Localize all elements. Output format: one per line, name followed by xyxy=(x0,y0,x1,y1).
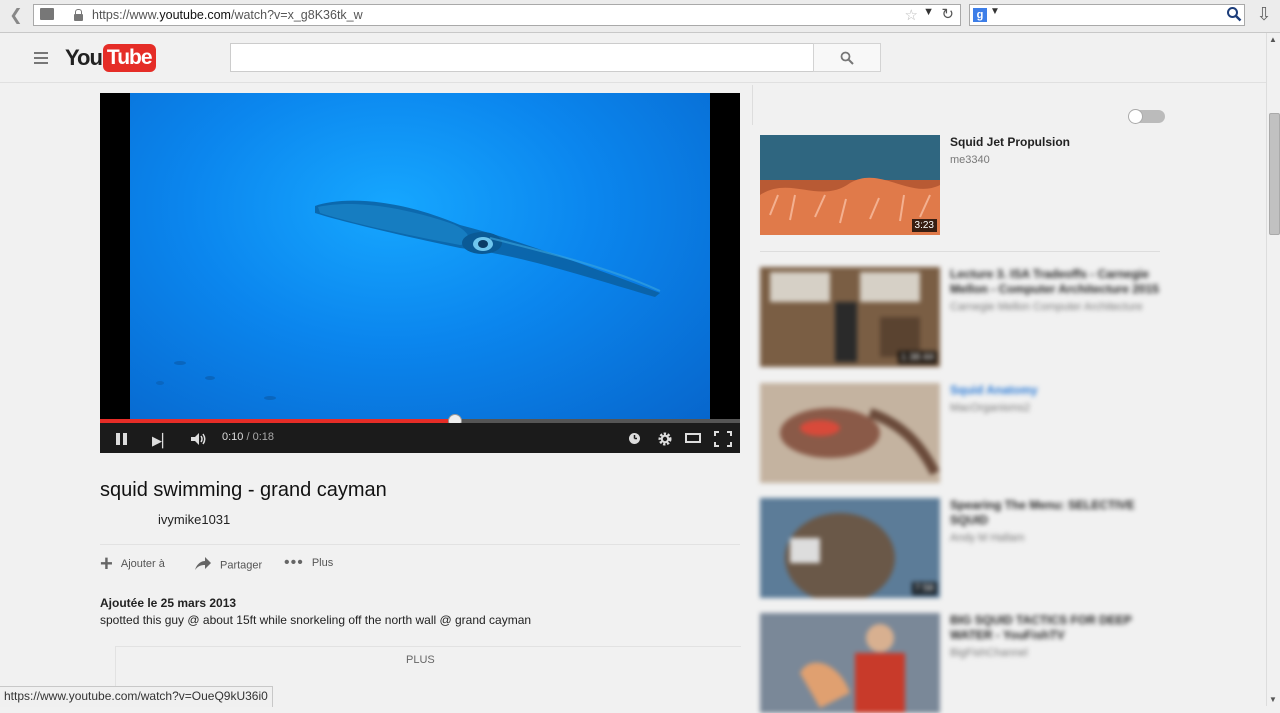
youtube-header: You Tube xyxy=(0,33,1266,83)
watch-later-icon[interactable] xyxy=(628,432,641,448)
autoplay-toggle[interactable] xyxy=(1128,109,1165,124)
recommendation-item[interactable]: 1:38:44 Lecture 3. ISA Tradeoffs - Carne… xyxy=(760,267,1170,367)
youtube-logo[interactable]: You Tube xyxy=(65,44,156,72)
duration: 0:18 xyxy=(252,431,275,443)
browser-toolbar: ❮ https://www.youtube.com/watch?v=x_g8K3… xyxy=(0,0,1280,33)
more-dots-icon: ••• xyxy=(284,554,304,572)
scroll-up-icon[interactable]: ▲ xyxy=(1269,35,1277,44)
more-button[interactable]: ••• Plus xyxy=(284,554,334,572)
download-icon[interactable]: ⇩ xyxy=(1254,4,1274,26)
scroll-thumb[interactable] xyxy=(1269,113,1280,235)
recommendation-item[interactable]: Squid Anatomy MacOrganisms2 xyxy=(760,383,1170,483)
volume-icon[interactable] xyxy=(190,432,208,449)
recommendation-channel: BigFishChannel xyxy=(950,647,1028,659)
back-button[interactable]: ❮ xyxy=(4,6,28,26)
upload-date: Ajoutée le 25 mars 2013 xyxy=(100,596,237,610)
divider xyxy=(760,251,1160,252)
recommendation-thumbnail[interactable]: 7:58 xyxy=(760,498,940,598)
url-path: /watch?v=x_g8K36tk_w xyxy=(230,8,363,22)
video-duration: 3:23 xyxy=(911,219,937,232)
search-engine-icon[interactable]: g xyxy=(973,8,987,22)
video-duration: 7:58 xyxy=(911,582,937,595)
divider xyxy=(100,544,740,545)
web-search-box[interactable]: g ▼ xyxy=(969,4,1245,26)
recommendation-title[interactable]: Squid Jet Propulsion xyxy=(950,135,1170,150)
video-frame[interactable] xyxy=(130,93,710,419)
sidebar-divider xyxy=(752,85,753,125)
guide-menu-icon[interactable] xyxy=(34,52,48,67)
current-time: 0:10 xyxy=(222,431,244,443)
toggle-knob[interactable] xyxy=(1128,109,1143,124)
add-to-label: Ajouter à xyxy=(120,557,165,570)
show-more-button[interactable]: PLUS xyxy=(406,654,435,666)
reload-icon[interactable]: ↻ xyxy=(941,5,954,23)
logo-you: You xyxy=(65,45,103,70)
share-label: Partager xyxy=(220,559,263,572)
next-icon[interactable]: ▶▏ xyxy=(152,433,172,449)
url-prefix: https://www. xyxy=(92,8,160,22)
recommendation-title[interactable]: Lecture 3. ISA Tradeoffs - Carnegie Mell… xyxy=(950,267,1170,297)
engine-dropdown-icon[interactable]: ▼ xyxy=(990,6,1000,17)
page-icon xyxy=(40,8,54,20)
search-input[interactable] xyxy=(230,43,814,72)
share-button[interactable]: Partager xyxy=(194,557,262,574)
time-display: 0:10 / 0:18 xyxy=(222,431,274,443)
channel-name[interactable]: ivymike1031 xyxy=(158,512,230,527)
video-title: squid swimming - grand cayman xyxy=(100,479,387,501)
recommendation-channel: Carnegie Mellon Computer Architecture xyxy=(950,301,1143,313)
recommendation-channel: me3340 xyxy=(950,154,990,166)
recommendation-item[interactable]: BIG SQUID TACTICS FOR DEEP WATER - YouFi… xyxy=(760,613,1170,713)
lock-icon xyxy=(74,9,83,21)
share-arrow-icon xyxy=(194,557,212,574)
url-host: youtube.com xyxy=(159,8,231,22)
recommendation-channel: MacOrganisms2 xyxy=(950,402,1031,414)
recommendation-title[interactable]: Spearing The Menu: SELECTIVE SQUID xyxy=(950,498,1170,528)
video-duration: 1:38:44 xyxy=(897,351,937,364)
search-icon xyxy=(840,51,854,65)
pause-icon[interactable] xyxy=(116,433,128,445)
player-controls: ▶▏ 0:10 / 0:18 xyxy=(100,423,740,453)
recommendation-channel: Andy M Hallam xyxy=(950,532,1025,544)
recommendation-item[interactable]: 3:23 Squid Jet Propulsion me3340 xyxy=(760,135,1170,235)
recommendation-thumbnail[interactable]: 3:23 xyxy=(760,135,940,235)
recommendation-title[interactable]: BIG SQUID TACTICS FOR DEEP WATER - YouFi… xyxy=(950,613,1170,643)
status-bar-url: https://www.youtube.com/watch?v=OueQ9kU3… xyxy=(0,686,273,707)
video-description: spotted this guy @ about 15ft while snor… xyxy=(100,613,532,627)
settings-gear-icon[interactable] xyxy=(657,431,673,450)
search-button[interactable] xyxy=(813,43,881,72)
recommendation-title[interactable]: Squid Anatomy xyxy=(950,383,1170,398)
video-player[interactable]: ▶▏ 0:10 / 0:18 xyxy=(100,93,740,453)
search-icon[interactable] xyxy=(1226,6,1242,22)
more-label: Plus xyxy=(311,557,334,569)
address-bar[interactable]: https://www.youtube.com/watch?v=x_g8K36t… xyxy=(33,4,961,26)
bookmark-star-icon[interactable]: ☆ xyxy=(905,6,918,24)
fullscreen-icon[interactable] xyxy=(714,431,732,450)
time-separator: / xyxy=(243,431,253,443)
page-scrollbar[interactable]: ▲ ▼ xyxy=(1266,33,1280,706)
recommendation-thumbnail[interactable] xyxy=(760,613,940,713)
logo-tube: Tube xyxy=(102,44,156,72)
plus-icon: + xyxy=(100,551,113,576)
url-dropdown-icon[interactable]: ▼ xyxy=(923,6,934,18)
scroll-down-icon[interactable]: ▼ xyxy=(1269,695,1277,704)
squid-image xyxy=(156,200,661,400)
recommendation-item[interactable]: 7:58 Spearing The Menu: SELECTIVE SQUID … xyxy=(760,498,1170,598)
recommendation-thumbnail[interactable]: 1:38:44 xyxy=(760,267,940,367)
add-to-button[interactable]: + Ajouter à xyxy=(100,551,165,576)
theater-mode-icon[interactable] xyxy=(685,433,701,443)
recommendation-thumbnail[interactable] xyxy=(760,383,940,483)
url-text[interactable]: https://www.youtube.com/watch?v=x_g8K36t… xyxy=(92,7,363,23)
